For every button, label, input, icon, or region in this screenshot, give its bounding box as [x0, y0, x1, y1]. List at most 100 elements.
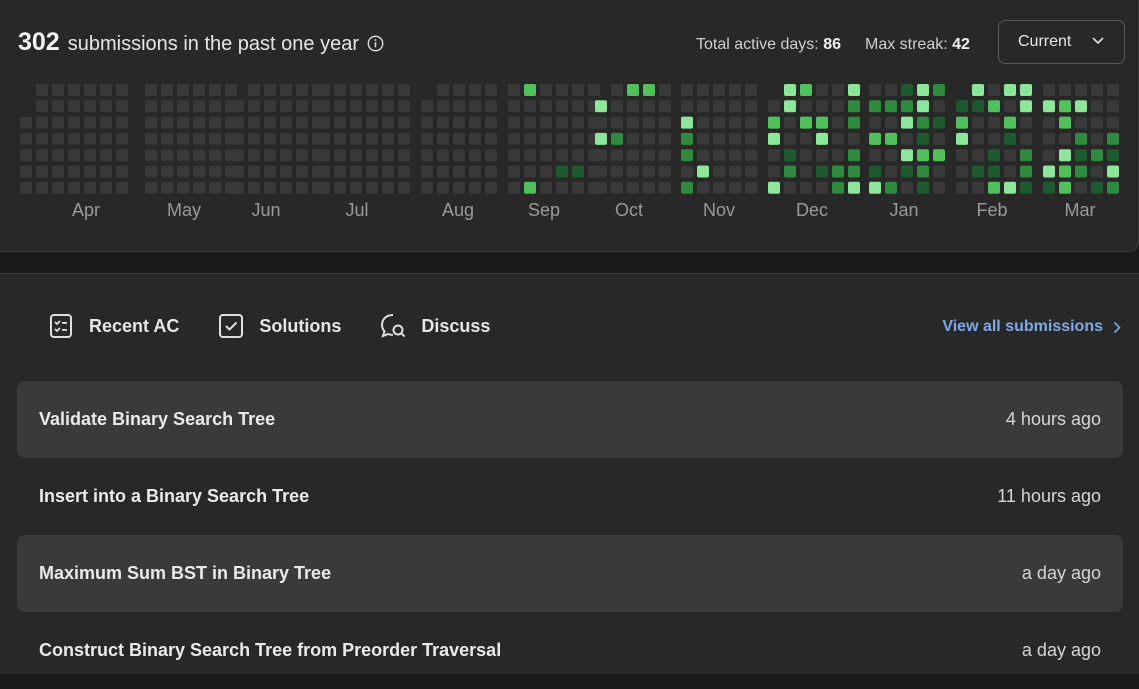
heatmap-day-cell[interactable] [729, 100, 741, 113]
heatmap-day-cell[interactable] [437, 165, 449, 178]
heatmap-day-cell[interactable] [572, 149, 584, 162]
heatmap-day-cell[interactable] [437, 132, 449, 145]
heatmap-day-cell[interactable] [1091, 165, 1103, 178]
heatmap-day-cell[interactable] [264, 116, 276, 129]
heatmap-day-cell[interactable] [816, 116, 828, 129]
heatmap-day-cell[interactable] [209, 84, 221, 96]
heatmap-day-cell[interactable] [1107, 116, 1119, 129]
heatmap-day-cell[interactable] [68, 132, 80, 145]
heatmap-day-cell[interactable] [1091, 84, 1103, 96]
heatmap-day-cell[interactable] [232, 181, 244, 194]
heatmap-day-cell[interactable] [1107, 132, 1119, 145]
heatmap-day-cell[interactable] [627, 165, 639, 178]
heatmap-day-cell[interactable] [972, 149, 984, 162]
heatmap-day-cell[interactable] [52, 181, 64, 194]
heatmap-day-cell[interactable] [36, 181, 48, 194]
heatmap-day-cell[interactable] [540, 132, 552, 145]
heatmap-day-cell[interactable] [116, 84, 128, 96]
heatmap-day-cell[interactable] [832, 181, 844, 194]
heatmap-day-cell[interactable] [382, 132, 394, 145]
heatmap-day-cell[interactable] [729, 149, 741, 162]
heatmap-day-cell[interactable] [784, 100, 796, 113]
heatmap-day-cell[interactable] [713, 100, 725, 113]
heatmap-day-cell[interactable] [264, 181, 276, 194]
info-icon[interactable] [367, 35, 384, 52]
heatmap-day-cell[interactable] [768, 165, 780, 178]
heatmap-day-cell[interactable] [988, 100, 1000, 113]
heatmap-day-cell[interactable] [972, 165, 984, 178]
heatmap-day-cell[interactable] [768, 149, 780, 162]
heatmap-day-cell[interactable] [469, 165, 481, 178]
heatmap-day-cell[interactable] [1059, 149, 1071, 162]
heatmap-day-cell[interactable] [956, 132, 968, 145]
heatmap-day-cell[interactable] [1043, 84, 1055, 96]
heatmap-day-cell[interactable] [485, 165, 497, 178]
heatmap-day-cell[interactable] [556, 181, 568, 194]
heatmap-day-cell[interactable] [643, 116, 655, 129]
heatmap-day-cell[interactable] [350, 149, 362, 162]
heatmap-day-cell[interactable] [1059, 84, 1071, 96]
heatmap-day-cell[interactable] [988, 84, 1000, 96]
heatmap-day-cell[interactable] [485, 100, 497, 113]
heatmap-day-cell[interactable] [84, 116, 96, 129]
heatmap-day-cell[interactable] [681, 84, 693, 96]
heatmap-day-cell[interactable] [421, 100, 433, 113]
heatmap-day-cell[interactable] [318, 149, 330, 162]
heatmap-day-cell[interactable] [209, 181, 221, 194]
heatmap-day-cell[interactable] [508, 116, 520, 129]
heatmap-day-cell[interactable] [659, 149, 671, 162]
heatmap-day-cell[interactable] [869, 84, 881, 96]
heatmap-day-cell[interactable] [334, 165, 346, 178]
list-item[interactable]: Maximum Sum BST in Binary Tree a day ago [17, 535, 1123, 612]
heatmap-day-cell[interactable] [225, 84, 237, 96]
heatmap-day-cell[interactable] [52, 84, 64, 96]
heatmap-day-cell[interactable] [177, 165, 189, 178]
heatmap-day-cell[interactable] [437, 84, 449, 96]
heatmap-day-cell[interactable] [1004, 116, 1016, 129]
heatmap-day-cell[interactable] [1020, 100, 1032, 113]
heatmap-day-cell[interactable] [659, 165, 671, 178]
heatmap-day-cell[interactable] [1107, 165, 1119, 178]
heatmap-day-cell[interactable] [729, 165, 741, 178]
heatmap-day-cell[interactable] [280, 165, 292, 178]
heatmap-day-cell[interactable] [36, 132, 48, 145]
heatmap-day-cell[interactable] [885, 165, 897, 178]
heatmap-day-cell[interactable] [869, 100, 881, 113]
heatmap-day-cell[interactable] [52, 100, 64, 113]
heatmap-day-cell[interactable] [68, 84, 80, 96]
heatmap-day-cell[interactable] [713, 132, 725, 145]
heatmap-day-cell[interactable] [627, 100, 639, 113]
heatmap-day-cell[interactable] [421, 181, 433, 194]
heatmap-day-cell[interactable] [1020, 149, 1032, 162]
heatmap-day-cell[interactable] [366, 84, 378, 96]
heatmap-day-cell[interactable] [145, 165, 157, 178]
heatmap-day-cell[interactable] [52, 149, 64, 162]
heatmap-day-cell[interactable] [469, 116, 481, 129]
heatmap-day-cell[interactable] [398, 165, 410, 178]
heatmap-day-cell[interactable] [745, 116, 757, 129]
heatmap-day-cell[interactable] [145, 84, 157, 96]
heatmap-day-cell[interactable] [1075, 84, 1087, 96]
heatmap-day-cell[interactable] [595, 100, 607, 113]
heatmap-day-cell[interactable] [264, 132, 276, 145]
heatmap-day-cell[interactable] [100, 100, 112, 113]
heatmap-day-cell[interactable] [595, 165, 607, 178]
heatmap-day-cell[interactable] [453, 181, 465, 194]
heatmap-day-cell[interactable] [784, 132, 796, 145]
heatmap-day-cell[interactable] [84, 132, 96, 145]
heatmap-day-cell[interactable] [627, 132, 639, 145]
heatmap-day-cell[interactable] [540, 116, 552, 129]
heatmap-day-cell[interactable] [869, 116, 881, 129]
heatmap-day-cell[interactable] [1107, 84, 1119, 96]
heatmap-day-cell[interactable] [280, 132, 292, 145]
year-select[interactable]: Current [998, 20, 1125, 64]
heatmap-day-cell[interactable] [84, 181, 96, 194]
heatmap-day-cell[interactable] [848, 132, 860, 145]
heatmap-day-cell[interactable] [398, 116, 410, 129]
heatmap-day-cell[interactable] [800, 100, 812, 113]
heatmap-day-cell[interactable] [485, 84, 497, 96]
heatmap-day-cell[interactable] [524, 100, 536, 113]
heatmap-day-cell[interactable] [697, 84, 709, 96]
heatmap-day-cell[interactable] [296, 84, 308, 96]
heatmap-day-cell[interactable] [901, 100, 913, 113]
